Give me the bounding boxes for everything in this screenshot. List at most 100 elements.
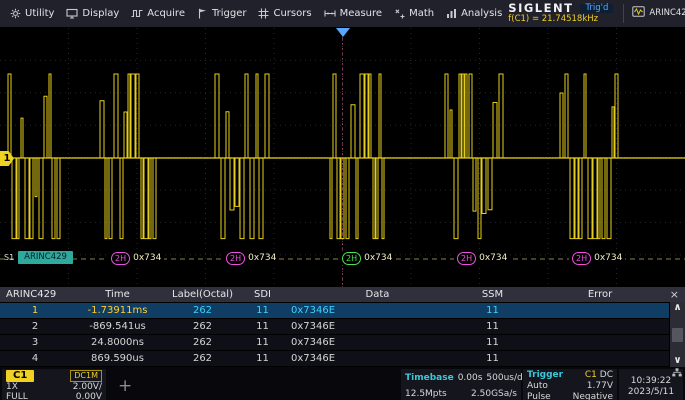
table-cell: 869.590us xyxy=(70,353,165,364)
table-cell: 262 xyxy=(165,353,240,364)
cursors-icon xyxy=(258,8,269,19)
trigger-source: C1 xyxy=(585,370,597,380)
bandwidth-label: FULL xyxy=(6,392,28,400)
frame-value: 0x734 xyxy=(364,253,392,263)
frequency-readout: f(C1) = 21.74518kHz xyxy=(508,15,613,25)
column-header: Time xyxy=(70,289,165,300)
scroll-down-icon[interactable]: ∨ xyxy=(673,355,681,367)
network-icon xyxy=(672,368,682,380)
scope-screen-icon xyxy=(632,6,645,20)
top-menu-bar: UtilityDisplayAcquireTriggerCursorsMeasu… xyxy=(0,0,685,28)
table-cell: 11 xyxy=(470,337,515,348)
display-icon xyxy=(66,8,78,19)
table-row[interactable]: 324.8000ns262110x7346E11 xyxy=(0,335,685,351)
frame-value: 0x734 xyxy=(133,253,161,263)
menu-measure[interactable]: Measure xyxy=(318,0,389,27)
waveform-plot xyxy=(0,28,685,287)
menu-utility[interactable]: Utility xyxy=(4,0,60,27)
measure-icon xyxy=(324,8,336,19)
offset-value: 0.00V xyxy=(76,392,102,400)
decode-bus-label[interactable]: S1 ARINC429 xyxy=(4,251,73,264)
table-cell: 11 xyxy=(240,353,285,364)
menu-display[interactable]: Display xyxy=(60,0,125,27)
table-cell: 4 xyxy=(0,353,70,364)
column-header: SSM xyxy=(470,289,515,300)
frame-tag: 2H xyxy=(226,252,245,265)
table-cell: 1 xyxy=(0,305,70,316)
column-header: Data xyxy=(285,289,470,300)
gear-icon xyxy=(10,8,21,19)
timebase-delay: 0.00s xyxy=(458,373,483,383)
decode-table: ARINC429TimeLabel(Octal)SDIDataSSMError … xyxy=(0,287,685,367)
trigger-box[interactable]: Trigger C1 DC Auto 1.77V Pulse Negative xyxy=(523,369,617,400)
date-display: 2023/5/11 xyxy=(628,387,674,397)
bus-id-label: S1 xyxy=(4,253,14,262)
table-cell: 0x7346E xyxy=(285,321,470,332)
table-cell: 11 xyxy=(470,353,515,364)
acquire-icon xyxy=(131,8,143,19)
oscilloscope-screen: UtilityDisplayAcquireTriggerCursorsMeasu… xyxy=(0,0,685,400)
table-cell: 11 xyxy=(240,305,285,316)
menu-math[interactable]: Math xyxy=(388,0,440,27)
trigger-coupling: DC xyxy=(600,370,613,380)
topbar-menus: UtilityDisplayAcquireTriggerCursorsMeasu… xyxy=(4,0,508,27)
menu-analysis[interactable]: Analysis xyxy=(440,0,508,27)
trigger-flag-icon xyxy=(197,8,208,19)
trigger-type: Pulse xyxy=(527,392,551,400)
timebase-title: Timebase xyxy=(405,373,454,383)
channel-badge: C1 xyxy=(6,370,34,382)
table-cell: -869.541us xyxy=(70,321,165,332)
frame-value: 0x734 xyxy=(594,253,622,263)
table-scrollbar[interactable]: ∧ ∨ xyxy=(669,302,685,367)
table-cell: 262 xyxy=(165,305,240,316)
trigger-slope: Negative xyxy=(573,392,613,400)
status-bar: C1 DC1M 1X 2.00V/ FULL 0.00V + Timebase … xyxy=(0,367,685,400)
waveform-area: 1 S1 ARINC429 2H0x7342H0x7342H0x7342H0x7… xyxy=(0,28,685,287)
decode-frame: 2H0x734 xyxy=(569,251,625,265)
frame-value: 0x734 xyxy=(479,253,507,263)
time-display: 10:39:22 xyxy=(631,376,671,386)
coupling-badge: DC1M xyxy=(70,370,102,382)
statusbar-spacer xyxy=(134,369,399,400)
trigger-level: 1.77V xyxy=(587,381,613,391)
decode-table-body: 1-1.73911ms262110x7346E112-869.541us2621… xyxy=(0,303,685,367)
menu-cursors[interactable]: Cursors xyxy=(252,0,317,27)
trigger-title: Trigger xyxy=(527,370,563,380)
channel1-trace xyxy=(8,74,618,239)
volt-scale: 2.00V/ xyxy=(73,382,102,392)
sample-rate: 2.50GSa/s xyxy=(471,389,517,399)
frame-tag: 2H xyxy=(111,252,130,265)
table-row[interactable]: 1-1.73911ms262110x7346E11 xyxy=(0,303,685,319)
table-cell: 0x7346E xyxy=(285,337,470,348)
table-cell: 11 xyxy=(470,305,515,316)
channel-info-box[interactable]: C1 DC1M 1X 2.00V/ FULL 0.00V xyxy=(2,369,106,400)
close-icon[interactable]: × xyxy=(667,287,682,302)
trigger-status-badge: Trig'd xyxy=(580,4,613,14)
table-cell: 262 xyxy=(165,337,240,348)
arinc429-config-button[interactable]: ARINC429 CONFIG xyxy=(623,4,685,23)
memory-depth: 12.5Mpts xyxy=(405,389,447,399)
trigger-position-marker[interactable] xyxy=(336,28,350,37)
scroll-up-icon[interactable]: ∧ xyxy=(673,302,681,314)
brand-block: SIGLENT Trig'd f(C1) = 21.74518kHz xyxy=(508,2,617,25)
decode-frame: 2H0x734 xyxy=(454,251,510,265)
table-cell: 11 xyxy=(240,337,285,348)
table-cell: 2 xyxy=(0,321,70,332)
scrollbar-thumb[interactable] xyxy=(672,328,683,342)
decode-table-header: ARINC429TimeLabel(Octal)SDIDataSSMError xyxy=(0,287,685,303)
math-icon xyxy=(394,8,405,19)
table-cell: 0x7346E xyxy=(285,353,470,364)
table-cell: 24.8000ns xyxy=(70,337,165,348)
table-row[interactable]: 4869.590us262110x7346E11 xyxy=(0,351,685,367)
menu-trigger[interactable]: Trigger xyxy=(191,0,253,27)
frame-tag: 2H xyxy=(457,252,476,265)
column-header: ARINC429 xyxy=(0,289,70,300)
table-cell: 11 xyxy=(470,321,515,332)
table-cell: 3 xyxy=(0,337,70,348)
column-header: Label(Octal) xyxy=(165,289,240,300)
probe-ratio: 1X xyxy=(6,382,18,392)
menu-acquire[interactable]: Acquire xyxy=(125,0,191,27)
config-button-label: ARINC429 CONFIG xyxy=(649,8,685,18)
timebase-box[interactable]: Timebase 0.00s 500us/div 12.5Mpts 2.50GS… xyxy=(401,369,521,400)
table-row[interactable]: 2-869.541us262110x7346E11 xyxy=(0,319,685,335)
